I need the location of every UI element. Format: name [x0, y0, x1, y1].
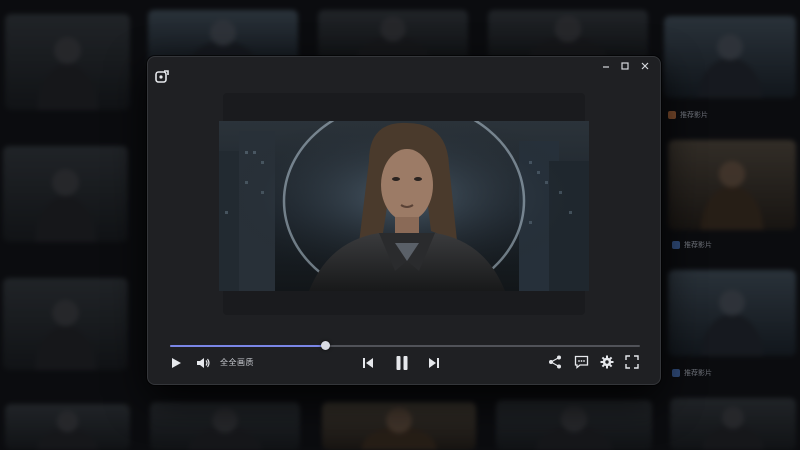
caption-badge-icon: [668, 111, 676, 119]
subtitles-button[interactable]: [572, 353, 590, 371]
background-thumbnail: [318, 10, 468, 60]
background-thumbnail: [150, 402, 300, 450]
caption-badge-icon: [672, 241, 680, 249]
share-button[interactable]: [546, 353, 564, 371]
background-caption: 推荐影片: [672, 240, 712, 250]
progress-handle[interactable]: [321, 341, 331, 350]
video-player-window: 全全画质: [147, 56, 661, 385]
volume-button[interactable]: [194, 355, 212, 371]
settings-button[interactable]: [598, 353, 616, 371]
caption-text: 推荐影片: [684, 241, 712, 249]
close-icon: [641, 62, 649, 70]
app-logo-icon[interactable]: [154, 69, 170, 85]
background-thumbnail: [668, 270, 796, 356]
maximize-icon: [621, 62, 629, 70]
video-display-area[interactable]: [219, 93, 589, 315]
caption-text: 推荐影片: [680, 111, 708, 119]
close-button[interactable]: [638, 59, 652, 73]
fullscreen-icon: [625, 355, 639, 369]
background-thumbnail: [496, 400, 652, 450]
video-frame[interactable]: [219, 121, 589, 291]
gear-icon: [600, 355, 614, 369]
subtitles-icon: [574, 355, 588, 369]
background-thumbnail: [3, 278, 128, 370]
minimize-button[interactable]: [599, 59, 613, 73]
background-thumbnail: [5, 14, 130, 110]
pause-button[interactable]: [392, 353, 412, 373]
progress-bar[interactable]: [170, 340, 640, 352]
quality-selector[interactable]: 全全画质: [220, 357, 254, 368]
pause-icon: [396, 356, 408, 370]
previous-button[interactable]: [360, 355, 376, 371]
progress-fill: [170, 345, 326, 347]
maximize-button[interactable]: [618, 59, 632, 73]
background-thumbnail: [488, 10, 648, 60]
minimize-icon: [603, 66, 609, 68]
background-thumbnail: [668, 140, 796, 230]
background-thumbnail: [5, 404, 130, 450]
background-thumbnail: [322, 402, 476, 450]
background-thumbnail: [670, 398, 796, 450]
background-thumbnail: [664, 16, 796, 98]
caption-text: 推荐影片: [684, 369, 712, 377]
skip-previous-icon: [363, 358, 373, 368]
background-caption: 推荐影片: [672, 368, 712, 378]
play-icon: [172, 358, 181, 368]
next-button[interactable]: [426, 355, 442, 371]
share-icon: [549, 355, 561, 369]
fullscreen-button[interactable]: [623, 353, 641, 371]
volume-icon: [196, 358, 210, 368]
background-caption: 推荐影片: [668, 110, 708, 120]
skip-next-icon: [429, 358, 439, 368]
background-thumbnail: [3, 146, 128, 242]
play-button[interactable]: [168, 355, 184, 371]
caption-badge-icon: [672, 369, 680, 377]
